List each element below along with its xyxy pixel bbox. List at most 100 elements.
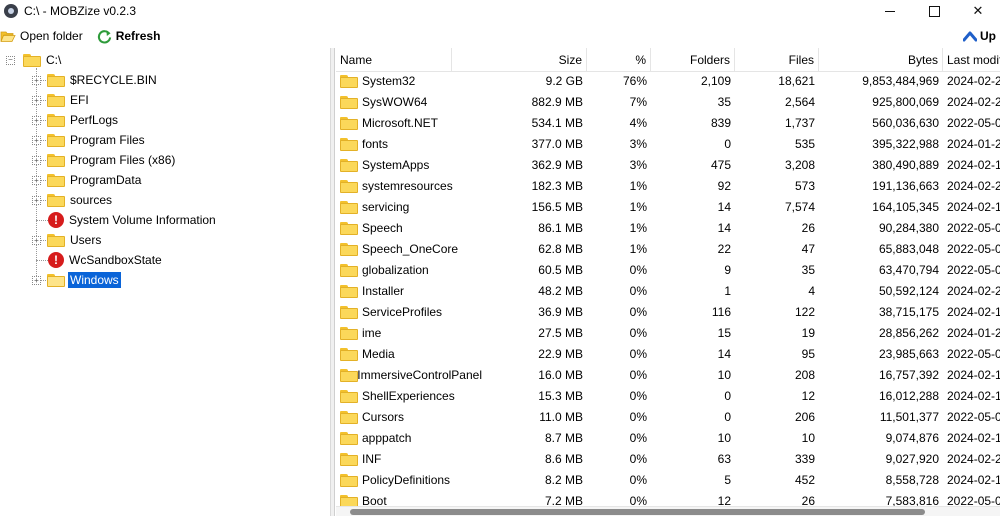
column-header[interactable]: Folders [651, 48, 735, 72]
row-cell: 2022-05-07 [947, 409, 1000, 424]
row-cell: 60.5 MB [538, 262, 583, 277]
row-cell: 122 [794, 304, 815, 319]
table-row[interactable]: SysWOW64 882.9 MB 7% 35 2,564 925,800,069 2024… [336, 91, 1000, 112]
folder-icon [340, 410, 358, 424]
row-cell: 19 [801, 325, 815, 340]
column-header[interactable]: % [587, 48, 651, 72]
row-cell: 8.2 MB [544, 472, 583, 487]
horizontal-scrollbar[interactable] [336, 506, 1000, 516]
pane-splitter[interactable] [331, 48, 335, 516]
maximize-button[interactable] [912, 0, 956, 22]
scrollbar-thumb[interactable] [350, 509, 925, 515]
folder-icon [340, 137, 358, 151]
tree-item[interactable]: + EFI [30, 90, 89, 110]
expand-icon[interactable]: + [32, 196, 41, 205]
expand-icon[interactable]: + [32, 276, 41, 285]
table-row[interactable]: Speech_OneCore 62.8 MB 1% 22 47 65,883,048 202… [336, 238, 1000, 259]
minimize-button[interactable] [868, 0, 912, 22]
row-name-label: Microsoft.NET [362, 115, 439, 130]
table-row[interactable]: Media 22.9 MB 0% 14 95 23,985,663 2022-05-07 [336, 343, 1000, 364]
folder-list[interactable]: NameSize%FoldersFilesBytesLast modifie S… [336, 48, 1000, 516]
expand-icon[interactable]: + [32, 96, 41, 105]
row-name-label: fonts [362, 136, 389, 151]
row-cell: 10 [717, 367, 731, 382]
folder-icon [340, 326, 358, 340]
table-row[interactable]: fonts 377.0 MB 3% 0 535 395,322,988 2024-01-20 [336, 133, 1000, 154]
tree-item[interactable]: + Program Files [30, 130, 145, 150]
table-row[interactable]: Microsoft.NET 534.1 MB 4% 839 1,737 560,036,6… [336, 112, 1000, 133]
expand-icon[interactable]: + [32, 116, 41, 125]
table-row[interactable]: Cursors 11.0 MB 0% 0 206 11,501,377 2022-05-07 [336, 406, 1000, 427]
tree-item[interactable]: + Program Files (x86) [30, 150, 175, 170]
row-name-label: ServiceProfiles [362, 304, 443, 319]
open-folder-icon [0, 29, 16, 43]
table-row[interactable]: ImmersiveControlPanel 16.0 MB 0% 10 208 16,75… [336, 364, 1000, 385]
expand-icon[interactable]: + [32, 136, 41, 145]
tree-item-label: Program Files (x86) [70, 153, 176, 167]
row-cell: 62.8 MB [538, 241, 583, 256]
refresh-button[interactable]: Refresh [97, 25, 167, 47]
column-header[interactable]: Last modifie [943, 48, 1000, 72]
tree-item-label: PerfLogs [70, 113, 119, 127]
expand-icon[interactable]: + [32, 176, 41, 185]
row-name-label: globalization [362, 262, 429, 277]
table-row[interactable]: systemresources 182.3 MB 1% 92 573 191,136,66… [336, 175, 1000, 196]
tree-item[interactable]: ! System Volume Information [30, 210, 216, 230]
table-row[interactable]: System32 9.2 GB 76% 2,109 18,621 9,853,484,96… [336, 70, 1000, 91]
tree-item[interactable]: + $RECYCLE.BIN [30, 70, 157, 90]
row-cell: 5 [724, 472, 731, 487]
refresh-icon [97, 29, 112, 44]
tree-item[interactable]: ! WcSandboxState [30, 250, 162, 270]
row-cell: 2022-05-07 [947, 262, 1000, 277]
folder-icon [23, 53, 41, 67]
row-name-label: System32 [362, 73, 416, 88]
table-row[interactable]: SystemApps 362.9 MB 3% 475 3,208 380,490,889 2… [336, 154, 1000, 175]
close-button[interactable]: ✕ [956, 0, 1000, 22]
tree-item[interactable]: + sources [30, 190, 112, 210]
table-row[interactable]: ime 27.5 MB 0% 15 19 28,856,262 2024-01-20 [336, 322, 1000, 343]
row-cell: 573 [794, 178, 815, 193]
expand-icon[interactable]: + [32, 236, 41, 245]
tree-item[interactable]: + PerfLogs [30, 110, 118, 130]
row-cell: 15.3 MB [538, 388, 583, 403]
row-cell: 22.9 MB [538, 346, 583, 361]
row-cell: 362.9 MB [531, 157, 583, 172]
column-header[interactable]: Files [735, 48, 819, 72]
tree-root[interactable]: − C:\ [6, 50, 61, 70]
folder-icon [340, 347, 358, 361]
up-button[interactable]: Up [963, 24, 996, 48]
expand-icon[interactable]: + [32, 76, 41, 85]
row-cell: 76% [622, 73, 647, 88]
tree-item[interactable]: + Users [30, 230, 101, 250]
error-icon: ! [48, 212, 64, 228]
row-cell: 2024-02-13 [947, 388, 1000, 403]
column-header[interactable]: Size [452, 48, 587, 72]
expand-icon[interactable]: + [32, 156, 41, 165]
table-row[interactable]: globalization 60.5 MB 0% 9 35 63,470,794 2022-… [336, 259, 1000, 280]
row-cell: 63,470,794 [878, 262, 939, 277]
collapse-icon[interactable]: − [6, 55, 15, 65]
table-row[interactable]: Speech 86.1 MB 1% 14 26 90,284,380 2022-05-07 [336, 217, 1000, 238]
row-cell: 452 [794, 472, 815, 487]
tree-item-label: Users [70, 233, 102, 247]
tree-item[interactable]: + ProgramData [30, 170, 141, 190]
folder-icon [47, 153, 65, 167]
column-header[interactable]: Name [336, 48, 452, 72]
folder-icon [47, 73, 65, 87]
row-cell: 2024-01-20 [947, 136, 1000, 151]
table-row[interactable]: ServiceProfiles 36.9 MB 0% 116 122 38,715,175… [336, 301, 1000, 322]
row-name-label: Speech_OneCore [362, 241, 459, 256]
table-row[interactable]: PolicyDefinitions 8.2 MB 0% 5 452 8,558,728 20… [336, 469, 1000, 490]
table-row[interactable]: ShellExperiences 15.3 MB 0% 0 12 16,012,288 20… [336, 385, 1000, 406]
tree-item[interactable]: + Windows [30, 270, 121, 290]
table-row[interactable]: Installer 48.2 MB 0% 1 4 50,592,124 2024-02-24 [336, 280, 1000, 301]
row-cell: 0% [629, 430, 647, 445]
table-row[interactable]: INF 8.6 MB 0% 63 339 9,027,920 2024-02-24 [336, 448, 1000, 469]
row-cell: 882.9 MB [531, 94, 583, 109]
table-row[interactable]: servicing 156.5 MB 1% 14 7,574 164,105,345 202… [336, 196, 1000, 217]
open-folder-button[interactable]: Open folder [0, 25, 89, 47]
tree-item-label: Program Files [70, 133, 145, 147]
column-header[interactable]: Bytes [819, 48, 943, 72]
folder-tree[interactable]: − C:\ + $RECYCLE.BIN + EFI + PerfLogs + Program… [0, 48, 331, 516]
table-row[interactable]: apppatch 8.7 MB 0% 10 10 9,074,876 2024-02-13 [336, 427, 1000, 448]
